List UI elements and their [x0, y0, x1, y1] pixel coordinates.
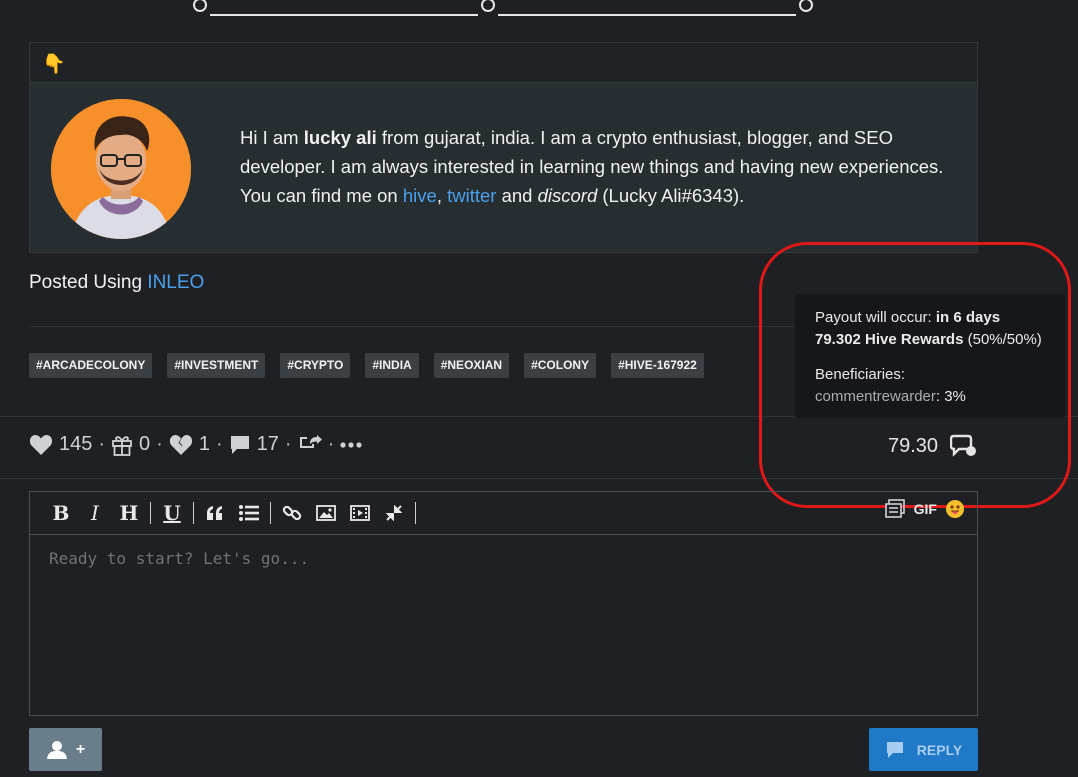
- tag-investment[interactable]: #INVESTMENT: [167, 353, 266, 378]
- beneficiary-name[interactable]: commentrewarder: [815, 388, 936, 405]
- bold-button[interactable]: B: [44, 497, 78, 529]
- twitter-link[interactable]: twitter: [447, 185, 496, 206]
- comment-icon: [886, 741, 903, 758]
- tag-crypto[interactable]: #CRYPTO: [280, 353, 351, 378]
- payout-value[interactable]: 79.30: [888, 434, 978, 458]
- rewards-amount: 79.302 Hive Rewards: [815, 331, 964, 348]
- pointing-down-emoji: 👇: [42, 54, 66, 75]
- beneficiaries-label: Beneficiaries:: [815, 366, 906, 383]
- separator-dot: ·: [156, 433, 163, 455]
- more-options-icon[interactable]: [340, 441, 362, 448]
- hive-link[interactable]: hive: [403, 185, 437, 206]
- payout-occur: Payout will occur: in 6 days: [815, 307, 1045, 329]
- toolbar-separator: [415, 502, 416, 524]
- plus-label: +: [75, 740, 86, 758]
- tag-india[interactable]: #INDIA: [365, 353, 419, 378]
- payout-occur-label: Payout will occur:: [815, 309, 936, 326]
- heading-button[interactable]: H: [112, 497, 146, 529]
- bio-text: and: [496, 185, 538, 206]
- film-icon: [350, 505, 370, 521]
- comment-count: 17: [256, 433, 279, 455]
- payout-amount: 79.30: [888, 434, 939, 457]
- fullscreen-toggle-button[interactable]: [377, 497, 411, 529]
- bio-text: Hi I am: [240, 127, 304, 148]
- toolbar-separator: [193, 502, 194, 524]
- separator-dot: ·: [215, 433, 223, 455]
- templates-icon[interactable]: [884, 499, 906, 519]
- author-card-header: 👇: [30, 43, 977, 83]
- gif-button[interactable]: GIF: [914, 501, 937, 517]
- posted-using-label: Posted Using: [29, 272, 148, 293]
- underline-button[interactable]: U: [155, 497, 189, 529]
- author-avatar: [51, 99, 191, 239]
- image-button[interactable]: [309, 497, 343, 529]
- toolbar-separator: [270, 502, 271, 524]
- comments-button[interactable]: 17: [229, 433, 279, 456]
- add-beneficiary-button[interactable]: +: [29, 728, 102, 771]
- toolbar-right: GIF: [884, 499, 965, 519]
- post-footer-page: 👇 Hi I am lucky ali from gujarat, india.: [0, 0, 1078, 777]
- link-button[interactable]: [275, 497, 309, 529]
- decorative-divider: [193, 0, 813, 16]
- payout-rewards: 79.302 Hive Rewards (50%/50%): [815, 329, 1045, 351]
- link-icon: [282, 505, 302, 521]
- tag-list: #ARCADECOLONY #INVESTMENT #CRYPTO #INDIA…: [29, 353, 704, 378]
- upvote-button[interactable]: 145: [29, 433, 92, 456]
- divider: [0, 478, 1078, 479]
- user-icon: [46, 740, 67, 759]
- broken-heart-icon: [169, 434, 192, 455]
- post-actions: 145 · 0 · 1 · 17 · ·: [29, 433, 362, 456]
- avatar-illustration: [51, 99, 191, 239]
- downvote-button[interactable]: 1: [169, 433, 210, 456]
- vote-count: 145: [59, 433, 93, 455]
- gift-icon: [112, 435, 132, 456]
- toolbar-separator: [150, 502, 151, 524]
- separator-dot: ·: [284, 433, 292, 455]
- separator-dot: ·: [327, 433, 335, 455]
- tag-hive-167922[interactable]: #HIVE-167922: [611, 353, 704, 378]
- share-icon[interactable]: [298, 434, 322, 455]
- compress-icon: [386, 505, 402, 521]
- author-card-body: Hi I am lucky ali from gujarat, india. I…: [30, 83, 977, 252]
- reply-bubbles-icon: [950, 434, 977, 457]
- tag-colony[interactable]: #COLONY: [524, 353, 597, 378]
- tag-arcadecolony[interactable]: #ARCADECOLONY: [29, 353, 153, 378]
- gift-count: 0: [139, 433, 151, 455]
- downvote-count: 1: [198, 433, 210, 455]
- beneficiary-percent: : 3%: [935, 388, 966, 405]
- payout-tooltip: Payout will occur: in 6 days 79.302 Hive…: [795, 294, 1065, 418]
- reply-textarea[interactable]: [30, 535, 977, 715]
- inleo-link[interactable]: INLEO: [147, 272, 204, 293]
- bio-text: (Lucky Ali#6343).: [597, 185, 745, 206]
- list-icon: [239, 505, 259, 521]
- image-icon: [316, 505, 336, 521]
- quote-icon: [207, 506, 222, 520]
- gift-button[interactable]: 0: [111, 433, 150, 456]
- posted-using: Posted Using INLEO: [29, 272, 204, 294]
- discord-label: discord: [537, 185, 598, 206]
- author-card: 👇 Hi I am lucky ali from gujarat, india.: [29, 42, 978, 253]
- reply-button[interactable]: REPLY: [869, 728, 978, 771]
- rewards-split: (50%/50%): [963, 331, 1042, 348]
- author-name: lucky ali: [303, 127, 377, 148]
- tag-neoxian[interactable]: #NEOXIAN: [433, 353, 510, 378]
- bio-text: ,: [436, 185, 448, 206]
- heart-icon: [29, 434, 53, 455]
- editor-toolbar: B I H U GIF: [30, 492, 977, 535]
- italic-button[interactable]: I: [78, 497, 112, 529]
- emoji-icon[interactable]: [945, 499, 965, 519]
- comment-icon: [230, 435, 249, 454]
- list-button[interactable]: [232, 497, 266, 529]
- separator-dot: ·: [98, 433, 106, 455]
- beneficiary-row: commentrewarder: 3%: [815, 386, 1045, 408]
- author-bio: Hi I am lucky ali from gujarat, india. I…: [240, 123, 970, 210]
- reply-label: REPLY: [916, 741, 963, 758]
- video-button[interactable]: [343, 497, 377, 529]
- quote-button[interactable]: [198, 497, 232, 529]
- payout-occur-value: in 6 days: [935, 309, 1001, 326]
- reply-editor: B I H U GIF Ready to start? Let's go...: [29, 491, 978, 716]
